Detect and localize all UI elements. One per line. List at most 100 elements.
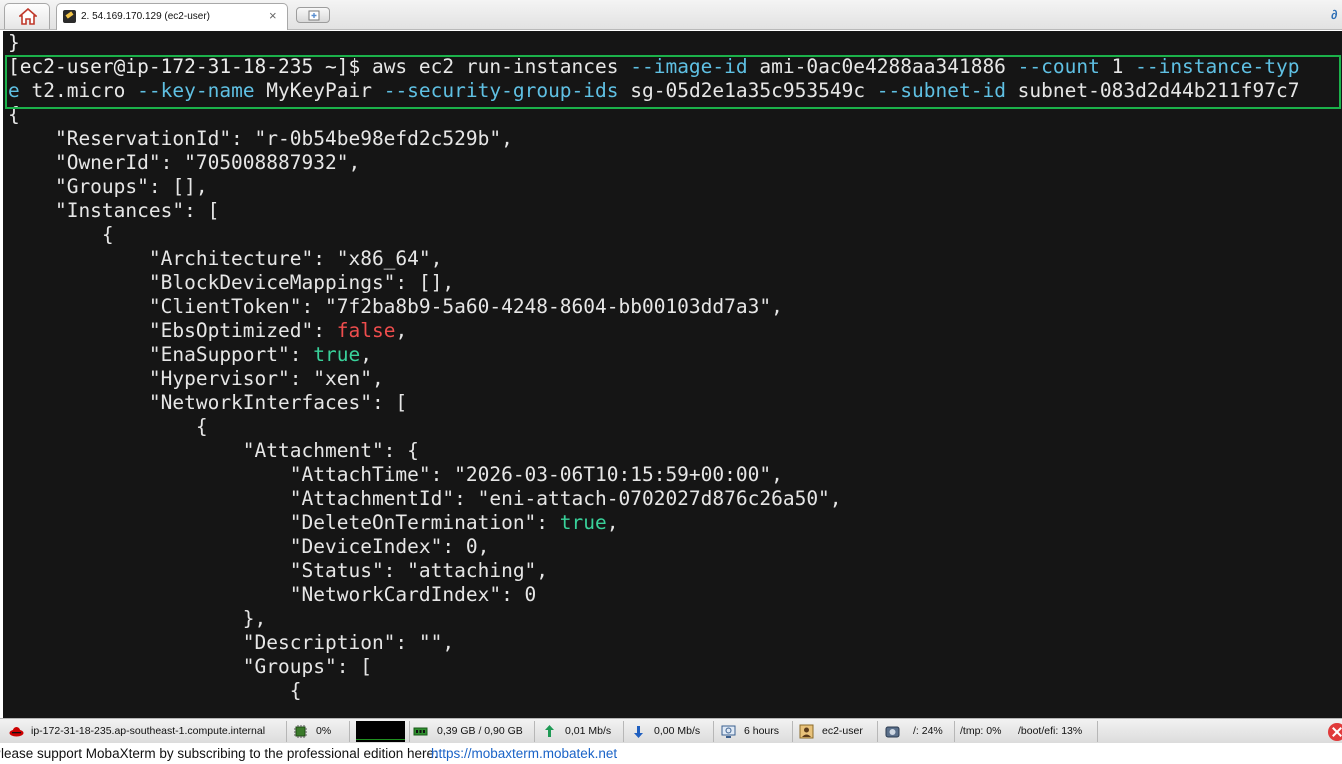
terminal-text: true <box>313 343 361 366</box>
terminal-text: { <box>8 223 114 246</box>
command-flag: --count <box>1017 55 1100 78</box>
terminal-text: { <box>8 679 302 702</box>
mobaxterm-logo-icon: ∂ <box>1331 7 1338 22</box>
output-line: "Status": "attaching", <box>8 559 548 583</box>
cpu-graph <box>356 721 405 742</box>
terminal-text: aws ec2 run-instances <box>371 55 631 78</box>
terminal-text: true <box>559 511 607 534</box>
status-upload: 0,01 Mb/s <box>565 725 612 737</box>
command-line-1: [ec2-user@ip-172-31-18-235 ~]$ aws ec2 r… <box>8 55 1299 79</box>
status-disk-boot: /boot/efi: 13% <box>1018 725 1083 737</box>
download-icon <box>634 726 643 738</box>
terminal-text: t2.micro <box>19 79 138 102</box>
cpu-icon <box>294 725 307 738</box>
terminal-text: "NetworkInterfaces": [ <box>8 391 408 414</box>
disk-icon <box>885 726 900 738</box>
status-memory: 0,39 GB / 0,90 GB <box>437 725 523 737</box>
ssh-session-icon <box>63 10 76 23</box>
terminal-text: "Groups": [], <box>8 175 208 198</box>
terminal-text: ami-0ac0e4288aa341886 <box>747 55 1018 78</box>
output-line: "AttachTime": "2026-03-06T10:15:59+00:00… <box>8 463 783 487</box>
terminal-text: "EnaSupport": <box>8 343 314 366</box>
status-uptime: 6 hours <box>744 725 780 737</box>
terminal-text: "Status": "attaching", <box>8 559 549 582</box>
output-line: "Attachment": { <box>8 439 419 463</box>
output-line: "ReservationId": "r-0b54be98efd2c529b", <box>8 127 513 151</box>
terminal-text: "AttachmentId": "eni-attach-0702027d876c… <box>8 487 842 510</box>
terminal-text: "DeviceIndex": 0, <box>8 535 490 558</box>
terminal-text: subnet-083d2d44b211f97c7 <box>1005 79 1300 102</box>
terminal-text: { <box>8 103 20 126</box>
output-line: "DeleteOnTermination": true, <box>8 511 619 535</box>
output-line: "NetworkInterfaces": [ <box>8 391 407 415</box>
command-flag: --instance-typ <box>1135 55 1300 78</box>
output-line: { <box>8 679 302 703</box>
terminal-line: } <box>8 31 20 54</box>
output-line: "NetworkCardIndex": 0 <box>8 583 537 607</box>
upload-icon <box>545 725 554 737</box>
memory-icon <box>413 727 428 736</box>
command-flag: --image-id <box>630 55 748 78</box>
output-line: "Description": "", <box>8 631 454 655</box>
terminal-text: "Groups": [ <box>8 655 372 678</box>
output-line: "Instances": [ <box>8 199 219 223</box>
output-line: "ClientToken": "7f2ba8b9-5a60-4248-8604-… <box>8 295 783 319</box>
command-flag: e <box>8 79 20 102</box>
terminal-text: "ClientToken": "7f2ba8b9-5a60-4248-8604-… <box>8 295 783 318</box>
output-line: "BlockDeviceMappings": [], <box>8 271 454 295</box>
shell-prompt: [ec2-user@ip-172-31-18-235 ~]$ <box>8 55 372 78</box>
terminal-text: , <box>395 319 408 342</box>
terminal-text: "BlockDeviceMappings": [], <box>8 271 455 294</box>
output-line: "Architecture": "x86_64", <box>8 247 443 271</box>
home-tab[interactable] <box>4 3 50 29</box>
session-tab-label: 2. 54.169.170.129 (ec2-user) <box>81 11 210 22</box>
terminal-text: "Hypervisor": "xen", <box>8 367 384 390</box>
terminal-text: "NetworkCardIndex": 0 <box>8 583 537 606</box>
terminal-text: 1 <box>1099 55 1136 78</box>
new-tab-button[interactable] <box>296 7 330 23</box>
status-disk-tmp: /tmp: 0% <box>960 725 1002 737</box>
terminal-text: false <box>336 319 396 342</box>
redhat-icon <box>9 727 24 737</box>
terminal-text: "Instances": [ <box>8 199 220 222</box>
terminal-text: "ReservationId": "r-0b54be98efd2c529b", <box>8 127 513 150</box>
terminal-text: "Description": "", <box>8 631 455 654</box>
terminal-text: "AttachTime": "2026-03-06T10:15:59+00:00… <box>8 463 783 486</box>
output-line: "EbsOptimized": false, <box>8 319 407 343</box>
terminal-text: "Architecture": "x86_64", <box>8 247 443 270</box>
output-line: { <box>8 103 20 127</box>
status-download: 0,00 Mb/s <box>654 725 701 737</box>
terminal-text: { <box>8 415 208 438</box>
command-flag: --subnet-id <box>876 79 1006 102</box>
terminal-text: MyKeyPair <box>254 79 384 102</box>
status-hostname: ip-172-31-18-235.ap-southeast-1.compute.… <box>31 725 266 737</box>
status-user: ec2-user <box>822 725 863 737</box>
terminal-text: , <box>360 343 372 366</box>
user-icon <box>799 724 814 739</box>
output-line: { <box>8 415 208 439</box>
support-message: Please support MobaXterm by subscribing … <box>0 746 438 761</box>
output-line: "AttachmentId": "eni-attach-0702027d876c… <box>8 487 842 511</box>
output-line: "EnaSupport": true, <box>8 343 372 367</box>
home-icon <box>19 8 37 25</box>
output-line: "Hypervisor": "xen", <box>8 367 384 391</box>
terminal-view[interactable]: } [ec2-user@ip-172-31-18-235 ~]$ aws ec2… <box>3 31 1342 718</box>
terminal-text: sg-05d2e1a35c953549c <box>618 79 877 102</box>
uptime-icon <box>721 725 736 738</box>
support-link[interactable]: https://mobaxterm.mobatek.net <box>431 744 617 764</box>
close-tab-icon[interactable]: × <box>269 8 277 24</box>
support-footer: Please support MobaXterm by subscribing … <box>0 744 1342 764</box>
output-line: "Groups": [ <box>8 655 372 679</box>
command-line-2: e t2.micro --key-name MyKeyPair --securi… <box>8 79 1299 103</box>
output-line: "Groups": [], <box>8 175 208 199</box>
close-icon[interactable] <box>1328 723 1342 741</box>
terminal-text: "EbsOptimized": <box>8 319 337 342</box>
terminal-text: "OwnerId": "705008887932", <box>8 151 361 174</box>
tab-bar: 2. 54.169.170.129 (ec2-user) × ∂ <box>0 0 1342 30</box>
output-line: }, <box>8 607 266 631</box>
status-disk-root: /: 24% <box>913 725 943 737</box>
session-tab[interactable]: 2. 54.169.170.129 (ec2-user) × <box>56 3 288 30</box>
status-bar: ip-172-31-18-235.ap-southeast-1.compute.… <box>0 718 1342 743</box>
command-flag: --security-group-ids <box>383 79 619 102</box>
output-line: "DeviceIndex": 0, <box>8 535 490 559</box>
